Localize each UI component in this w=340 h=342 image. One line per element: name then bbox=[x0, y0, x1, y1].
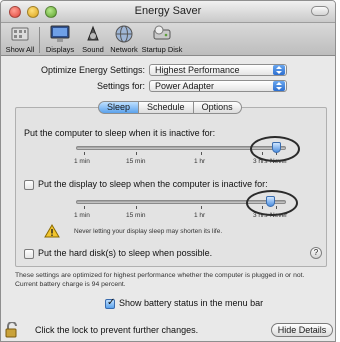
warning-text: Never letting your display sleep may sho… bbox=[74, 228, 223, 235]
battery-status-checkbox[interactable] bbox=[105, 297, 115, 309]
network-label: Network bbox=[110, 45, 138, 54]
info-line-2: Current battery charge is 94 percent. bbox=[15, 281, 126, 288]
settings-for-label: Settings for: bbox=[96, 81, 145, 91]
optimize-label: Optimize Energy Settings: bbox=[40, 65, 145, 75]
tab-bar: Sleep Schedule Options bbox=[98, 101, 242, 114]
energy-saver-window: Energy Saver Show All Displays Sound Net… bbox=[0, 0, 336, 342]
optimize-popup[interactable]: Highest Performance bbox=[149, 64, 287, 76]
battery-status-label: Show battery status in the menu bar bbox=[119, 298, 264, 308]
optimize-value: Highest Performance bbox=[155, 65, 240, 75]
tick-label-15min: 15 min bbox=[126, 212, 146, 219]
toolbar: Show All Displays Sound Network Startup … bbox=[1, 23, 335, 56]
tick-label-15min: 15 min bbox=[126, 158, 146, 165]
tick bbox=[201, 206, 202, 209]
lock-icon[interactable] bbox=[5, 322, 19, 338]
tick-label-3hrs: 3 hrs bbox=[253, 212, 268, 219]
sound-button[interactable]: Sound bbox=[79, 24, 107, 54]
tick-label-never: Never bbox=[270, 158, 288, 165]
startup-disk-label: Startup Disk bbox=[141, 45, 183, 54]
tick bbox=[136, 152, 137, 155]
tick bbox=[201, 152, 202, 155]
tab-schedule[interactable]: Schedule bbox=[139, 101, 194, 114]
hard-disk-icon bbox=[153, 25, 171, 40]
help-button[interactable]: ? bbox=[310, 247, 322, 259]
tick-label-1hr: 1 hr bbox=[194, 212, 206, 219]
show-all-button[interactable]: Show All bbox=[5, 24, 35, 54]
hide-details-button[interactable]: Hide Details bbox=[271, 323, 333, 337]
harddisk-sleep-checkbox[interactable] bbox=[24, 249, 34, 259]
displays-label: Displays bbox=[45, 45, 75, 54]
window-title: Energy Saver bbox=[134, 5, 202, 17]
displays-button[interactable]: Displays bbox=[45, 24, 75, 54]
toolbar-separator bbox=[39, 27, 40, 53]
tick-label-3hrs: 3 hrs bbox=[253, 158, 268, 165]
network-button[interactable]: Network bbox=[109, 24, 139, 54]
startup-disk-button[interactable]: Startup Disk bbox=[141, 24, 183, 54]
tick bbox=[84, 206, 85, 209]
tick bbox=[84, 152, 85, 155]
tab-sleep[interactable]: Sleep bbox=[98, 101, 140, 114]
tick-label-1hr: 1 hr bbox=[194, 158, 206, 165]
toolbar-toggle-button[interactable] bbox=[311, 6, 329, 16]
tick bbox=[136, 206, 137, 209]
globe-icon bbox=[115, 25, 133, 43]
title-bar: Energy Saver bbox=[1, 1, 335, 23]
lock-text: Click the lock to prevent further change… bbox=[35, 325, 199, 335]
display-sleep-checkbox[interactable] bbox=[24, 180, 34, 190]
tick-label-never: Never bbox=[270, 212, 288, 219]
settings-for-popup[interactable]: Power Adapter bbox=[149, 80, 287, 92]
speaker-icon bbox=[87, 25, 99, 41]
tick-label-1min: 1 min bbox=[74, 158, 90, 165]
display-icon bbox=[50, 25, 70, 42]
tab-options[interactable]: Options bbox=[193, 101, 242, 114]
popup-arrows-icon bbox=[273, 65, 285, 75]
settings-for-value: Power Adapter bbox=[155, 81, 215, 91]
harddisk-sleep-label: Put the hard disk(s) to sleep when possi… bbox=[38, 248, 213, 258]
sound-label: Sound bbox=[82, 45, 104, 54]
popup-arrows-icon bbox=[273, 81, 285, 91]
sleep-panel: Put the computer to sleep when it is ina… bbox=[15, 107, 327, 267]
display-sleep-label: Put the display to sleep when the comput… bbox=[38, 179, 268, 189]
info-line-1: These settings are optimized for highest… bbox=[15, 272, 305, 279]
computer-sleep-label: Put the computer to sleep when it is ina… bbox=[24, 128, 216, 138]
show-all-label: Show All bbox=[5, 45, 35, 54]
warning-icon bbox=[44, 224, 60, 238]
tick-label-1min: 1 min bbox=[74, 212, 90, 219]
grid-icon bbox=[11, 27, 29, 41]
